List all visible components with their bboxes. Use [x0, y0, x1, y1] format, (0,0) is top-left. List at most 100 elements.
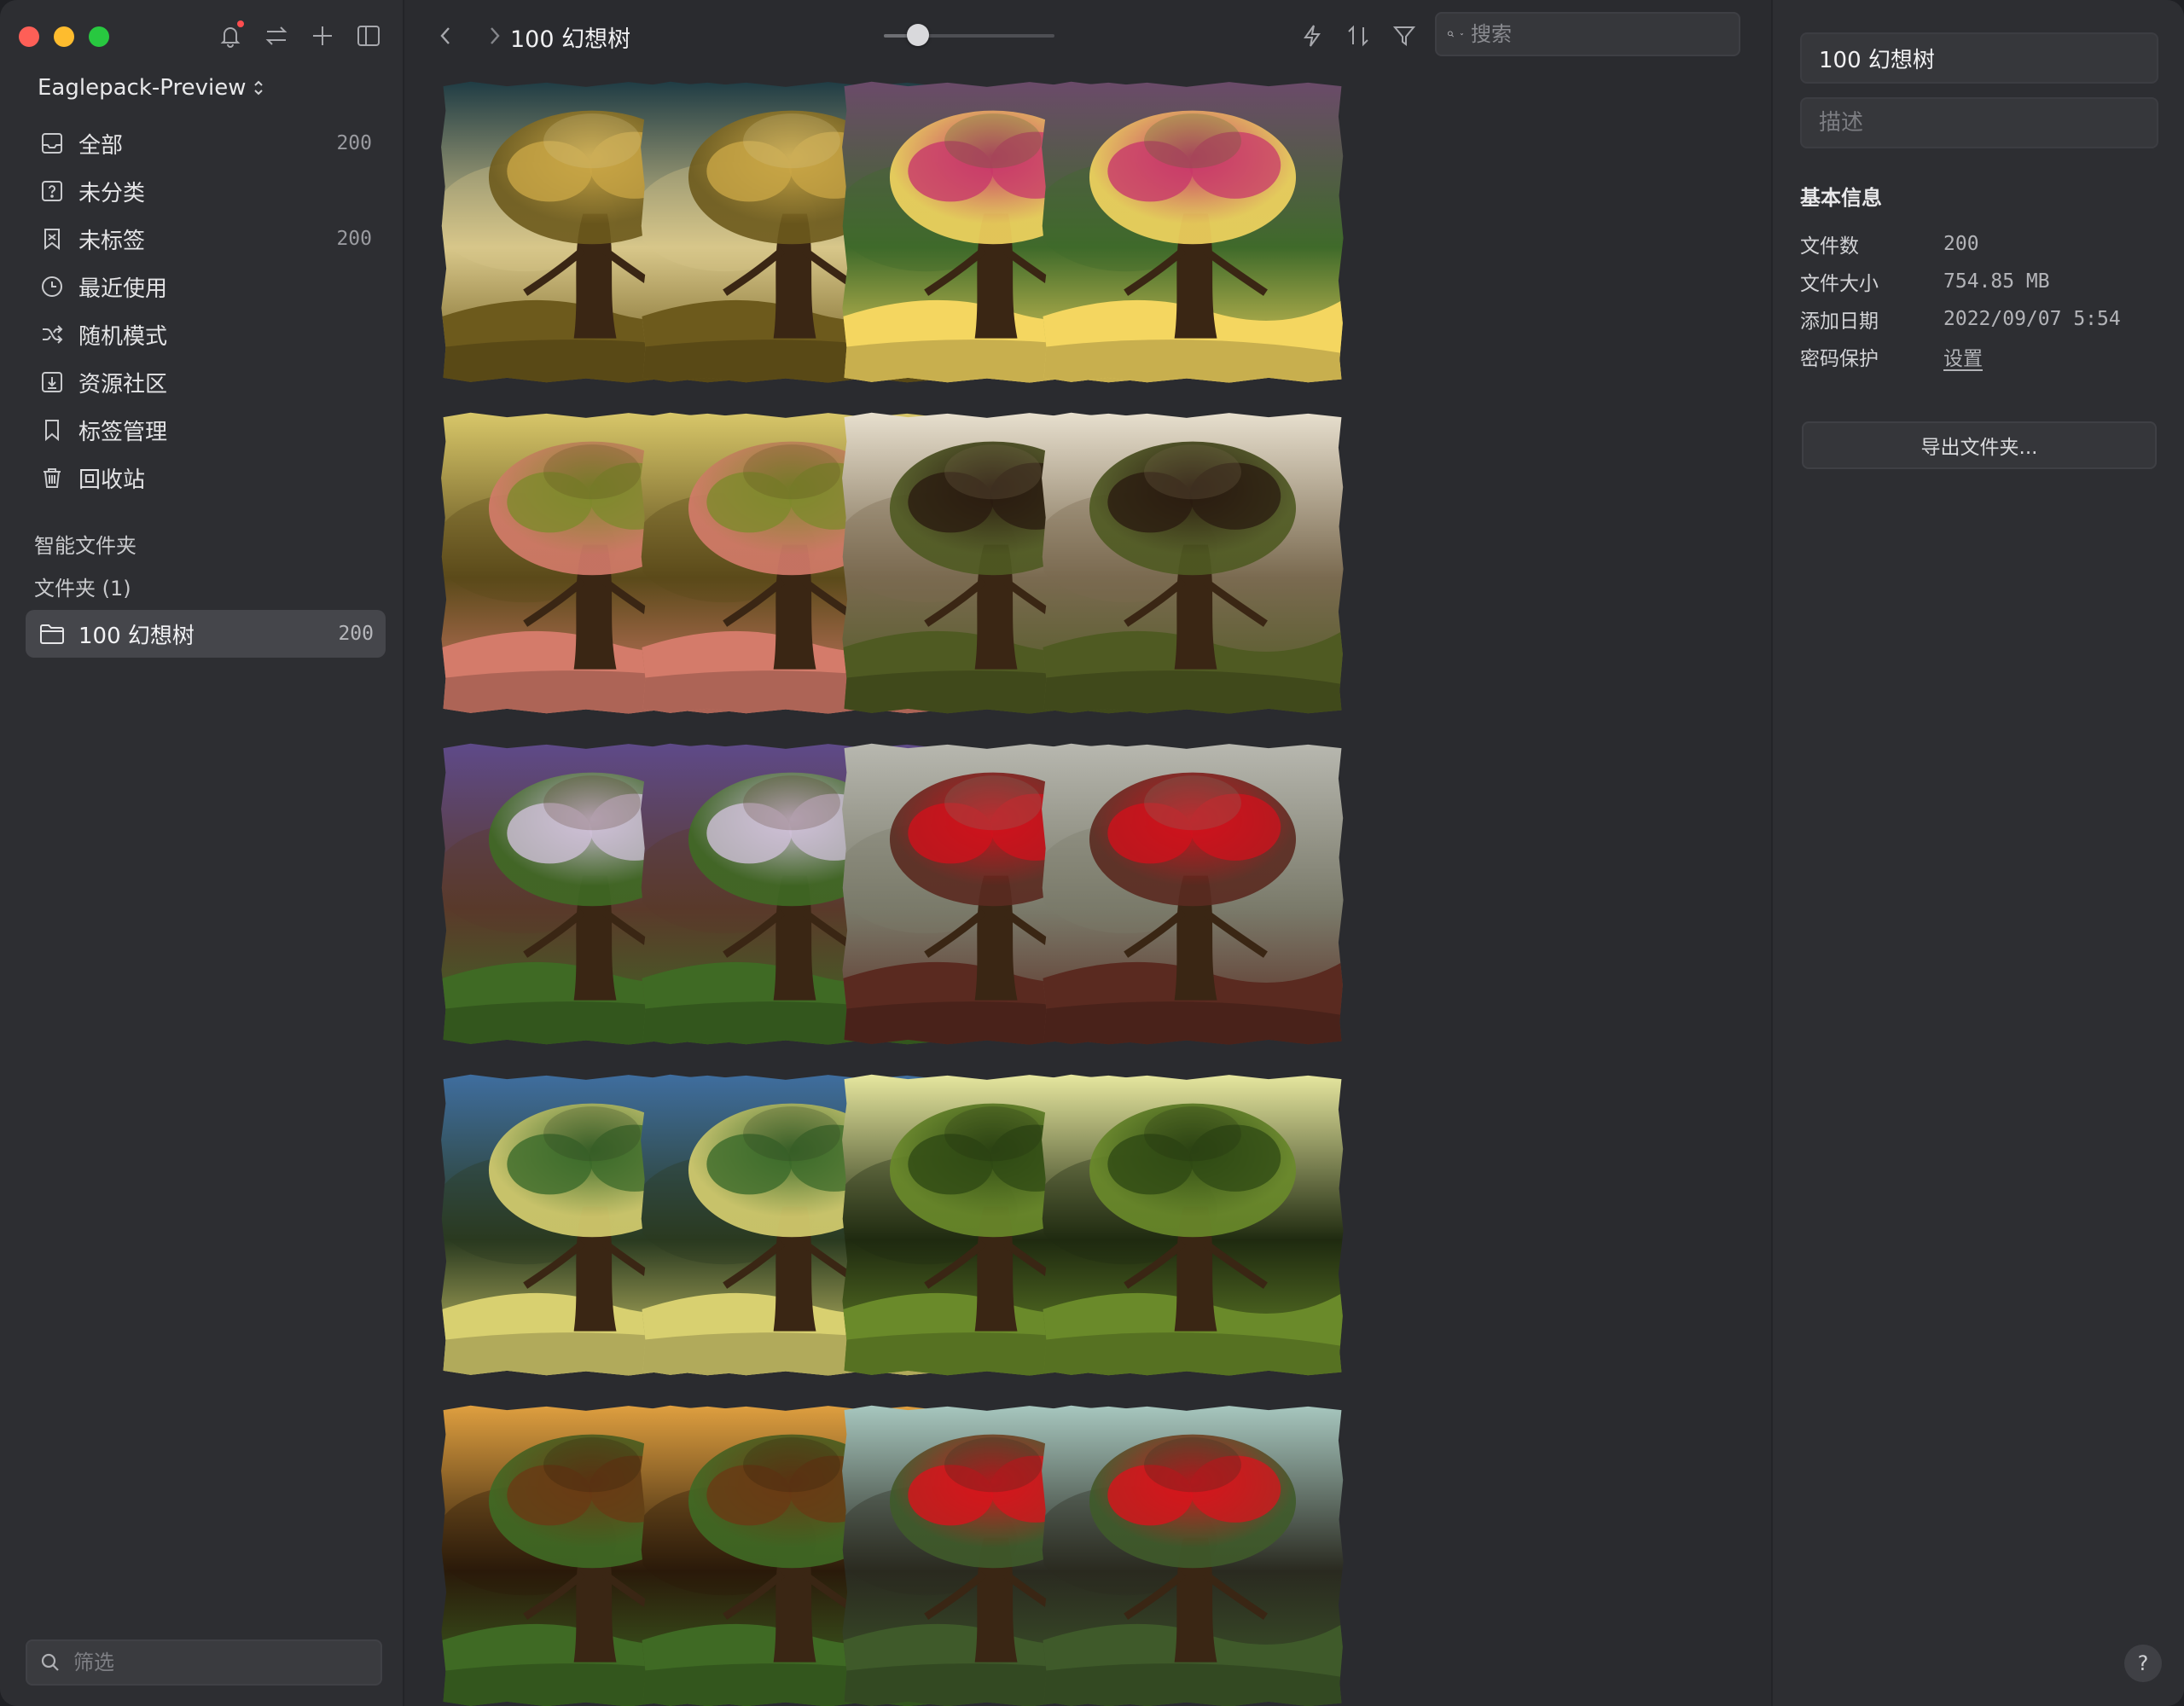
- trash-icon: [38, 463, 67, 492]
- download-box-icon: [38, 368, 67, 397]
- bookmark-icon: [38, 415, 67, 444]
- slider-handle[interactable]: [907, 24, 929, 46]
- forward-button[interactable]: [479, 19, 510, 53]
- tree-painting: [1042, 1405, 1344, 1706]
- sidebar-item-untagged[interactable]: 未标签 200: [26, 215, 384, 263]
- info-row-password: 密码保护 设置: [1800, 339, 1983, 374]
- folders-title[interactable]: 文件夹 (1): [34, 572, 131, 601]
- sidebar-item-label: 随机模式: [78, 323, 168, 350]
- plus-icon: [313, 26, 332, 45]
- sidebar-item-label: 资源社区: [78, 371, 168, 397]
- folder-count: 200: [338, 623, 374, 645]
- image-thumbnail[interactable]: [1042, 1405, 1344, 1706]
- tree-painting: [1042, 81, 1344, 383]
- close-window-button[interactable]: [19, 26, 39, 47]
- main-content: 100 幻想树: [404, 0, 1769, 1706]
- breadcrumb: 100 幻想树: [510, 26, 631, 53]
- back-button[interactable]: [430, 19, 461, 53]
- sidebar: Eaglepack-Preview 全部 200 未分类 未标签 200 最近使…: [0, 0, 404, 1706]
- sidebar-item-random[interactable]: 随机模式: [26, 310, 384, 358]
- notification-button[interactable]: [213, 19, 247, 53]
- sidebar-item-label: 回收站: [78, 467, 146, 493]
- sidebar-item-label: 未标签: [78, 228, 146, 254]
- history-navigation: [430, 19, 510, 53]
- folder-item-fantasy-trees[interactable]: 100 幻想树 200: [26, 610, 386, 658]
- clock-icon: [38, 272, 67, 301]
- main-toolbar: 100 幻想树: [404, 0, 1769, 72]
- minimize-window-button[interactable]: [54, 26, 74, 47]
- view-tools: [1295, 19, 1421, 53]
- description-field[interactable]: [1800, 97, 2158, 148]
- folder-label: 100 幻想树: [78, 623, 195, 649]
- filter-box: [26, 1639, 382, 1686]
- smart-folders-title[interactable]: 智能文件夹: [34, 529, 136, 559]
- filter-input[interactable]: [72, 1650, 369, 1675]
- zoom-window-button[interactable]: [89, 26, 109, 47]
- library-switcher[interactable]: Eaglepack-Preview: [38, 75, 264, 101]
- export-folder-button[interactable]: 导出文件夹...: [1802, 421, 2157, 469]
- sidebar-item-tag-management[interactable]: 标签管理: [26, 406, 384, 454]
- sync-button[interactable]: [259, 19, 293, 53]
- library-name: Eaglepack-Preview: [38, 75, 247, 101]
- toggle-sidebar-button[interactable]: [351, 19, 386, 53]
- sidebar-item-all[interactable]: 全部 200: [26, 119, 384, 167]
- sort-button[interactable]: [1341, 19, 1375, 53]
- chevron-down-icon[interactable]: [1460, 29, 1464, 39]
- quick-action-button[interactable]: [1295, 19, 1329, 53]
- lightning-icon: [1304, 25, 1321, 47]
- sidebar-item-label: 最近使用: [78, 276, 168, 302]
- shuffle-icon: [38, 320, 67, 349]
- sidebar-item-label: 标签管理: [78, 419, 168, 445]
- info-key: 文件数: [1800, 235, 1859, 258]
- sidebar-item-uncategorized[interactable]: 未分类: [26, 167, 384, 215]
- sidebar-item-recent[interactable]: 最近使用: [26, 263, 384, 310]
- funnel-icon: [1392, 26, 1416, 46]
- image-thumbnail[interactable]: [1042, 412, 1344, 714]
- sidebar-layout-icon: [357, 26, 380, 46]
- search-icon: [41, 1653, 59, 1671]
- search-icon: [1448, 31, 1454, 38]
- image-thumbnail[interactable]: [1042, 81, 1344, 383]
- inspector-panel: 基本信息 文件数 200 文件大小 754.85 MB 添加日期 2022/09…: [1771, 0, 2184, 1706]
- image-thumbnail[interactable]: [1042, 1074, 1344, 1376]
- help-button[interactable]: ?: [2124, 1645, 2162, 1682]
- info-value: 200: [1943, 233, 1979, 255]
- swap-arrows-icon: [265, 26, 288, 45]
- notification-dot: [237, 20, 244, 27]
- tree-painting: [1042, 412, 1344, 714]
- chevron-left-icon: [440, 27, 450, 44]
- sidebar-toolbar: [213, 19, 386, 53]
- window-controls: [19, 26, 109, 47]
- untagged-icon: [38, 224, 67, 253]
- sidebar-item-count: 200: [336, 228, 372, 250]
- folder-name-field[interactable]: [1800, 32, 2158, 84]
- sort-arrows-icon: [1348, 25, 1368, 47]
- filter-button[interactable]: [1387, 19, 1421, 53]
- sidebar-item-label: 全部: [78, 132, 124, 159]
- info-value: 2022/09/07 5:54: [1943, 308, 2121, 330]
- info-key: 密码保护: [1800, 348, 1879, 370]
- info-row-file-size: 文件大小 754.85 MB: [1800, 264, 2050, 299]
- folder-icon: [38, 619, 67, 648]
- set-password-link[interactable]: 设置: [1943, 342, 1983, 371]
- search-input[interactable]: [1469, 21, 1728, 47]
- app-window: Eaglepack-Preview 全部 200 未分类 未标签 200 最近使…: [0, 0, 2184, 1706]
- thumbnail-size-slider[interactable]: [884, 24, 1054, 46]
- question-box-icon: [38, 177, 67, 206]
- sidebar-nav: 全部 200 未分类 未标签 200 最近使用 随机模式 资源社区 标签管理 回…: [26, 119, 384, 502]
- info-key: 添加日期: [1800, 310, 1879, 333]
- inbox-icon: [38, 129, 67, 158]
- search-box: [1435, 12, 1740, 56]
- sidebar-item-label: 未分类: [78, 180, 146, 206]
- tree-painting: [1042, 1074, 1344, 1376]
- add-button[interactable]: [305, 19, 340, 53]
- sidebar-item-community[interactable]: 资源社区: [26, 358, 384, 406]
- info-key: 文件大小: [1800, 273, 1879, 295]
- sidebar-item-count: 200: [336, 132, 372, 154]
- info-row-date-added: 添加日期 2022/09/07 5:54: [1800, 302, 2121, 336]
- image-thumbnail[interactable]: [1042, 743, 1344, 1045]
- sidebar-item-trash[interactable]: 回收站: [26, 454, 384, 502]
- image-grid: [440, 80, 1771, 1706]
- chevron-right-icon: [491, 27, 500, 44]
- info-row-file-count: 文件数 200: [1800, 227, 1979, 261]
